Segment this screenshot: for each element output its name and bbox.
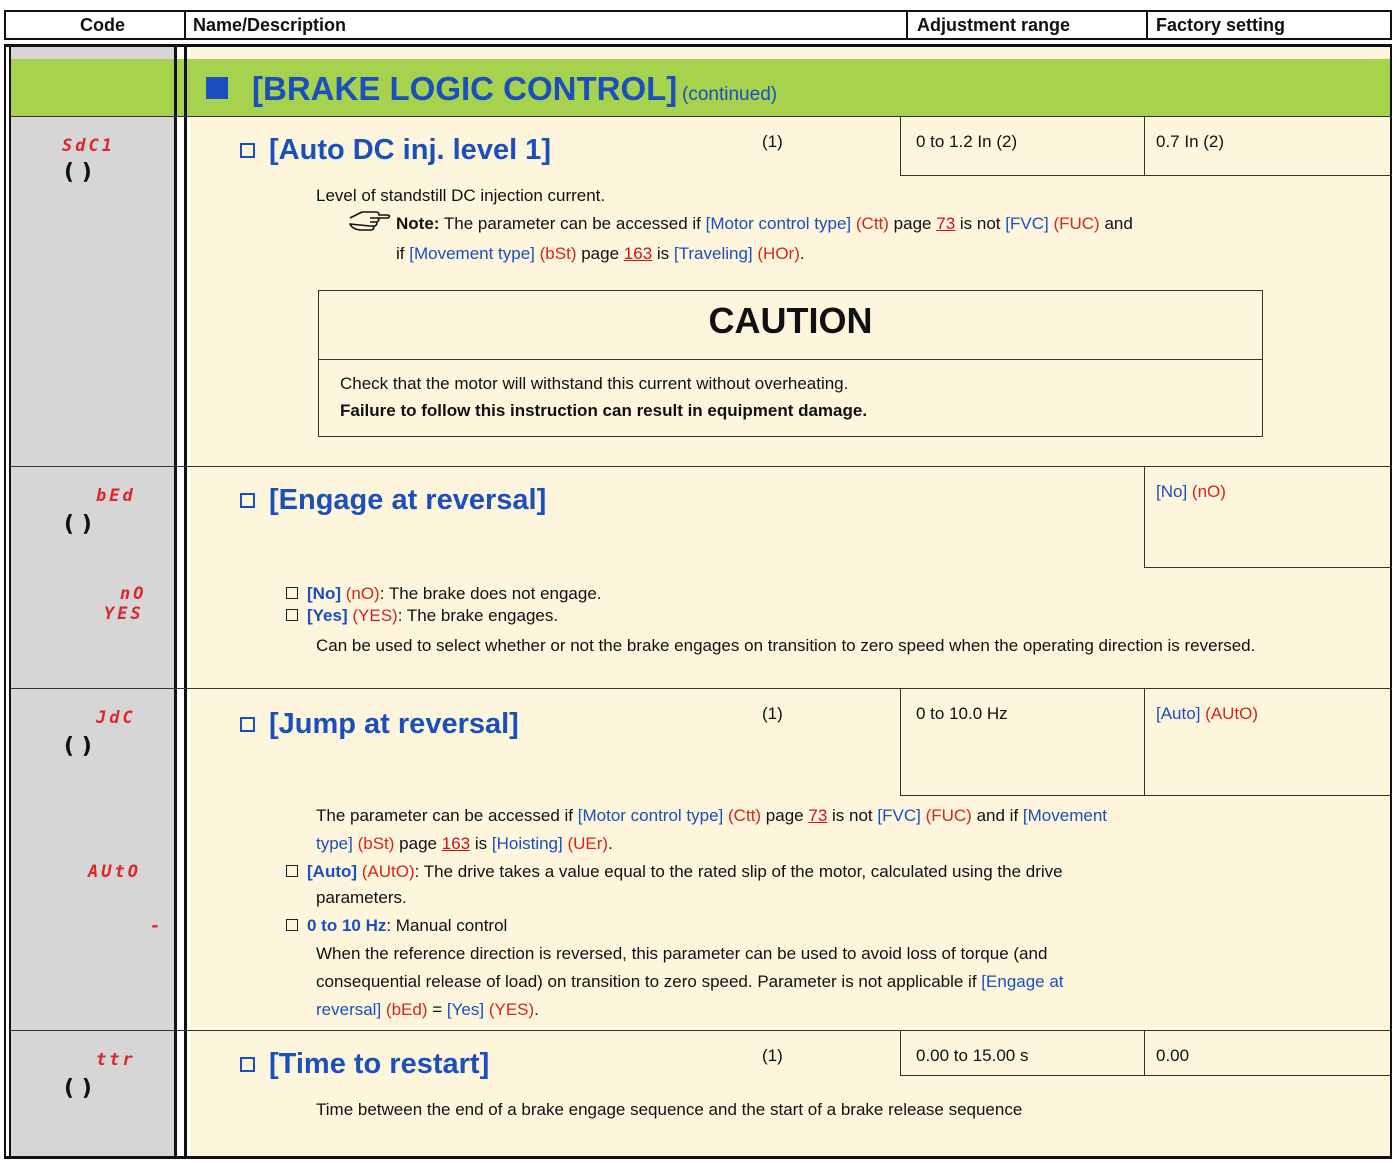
frame-mid-2 bbox=[184, 44, 187, 1159]
row-separator bbox=[10, 1030, 1392, 1031]
option-item: [No] (nO): The brake does not engage. bbox=[286, 582, 602, 605]
access-line-2: type] (bSt) page 163 is [Hoisting] (UEr)… bbox=[316, 834, 613, 853]
note-hand-icon bbox=[348, 208, 392, 237]
factory-value: 0.00 bbox=[1156, 1046, 1190, 1065]
rotation-icon: ( ) bbox=[64, 160, 92, 185]
caution-divider bbox=[318, 359, 1263, 360]
row-separator bbox=[10, 466, 1392, 467]
factory-cell bbox=[1144, 1030, 1145, 1076]
rotation-icon: ( ) bbox=[64, 734, 92, 759]
factory-cell bbox=[1144, 116, 1145, 176]
factory-value: 0.7 In (2) bbox=[1156, 132, 1225, 151]
option-continuation: parameters. bbox=[316, 888, 407, 907]
factory-cell bbox=[1144, 688, 1145, 796]
option-item: 0 to 10 Hz: Manual control bbox=[286, 914, 507, 937]
header-code: Code bbox=[80, 15, 125, 35]
param-description: Can be used to select whether or not the… bbox=[316, 636, 1256, 655]
param-title: [Auto DC inj. level 1] bbox=[240, 134, 551, 167]
range-cell-bottom bbox=[900, 795, 1392, 796]
page-link[interactable]: 163 bbox=[624, 244, 652, 263]
header-divider-2 bbox=[906, 10, 908, 40]
frame-right bbox=[1390, 44, 1392, 1159]
rotation-icon: ( ) bbox=[64, 1076, 92, 1101]
row-separator bbox=[10, 688, 1392, 689]
factory-cell-bottom bbox=[1144, 567, 1392, 568]
range-cell bbox=[900, 1030, 901, 1076]
option-box-icon bbox=[286, 919, 298, 931]
option-item: [Auto] (AUtO): The drive takes a value e… bbox=[286, 860, 1063, 883]
param-description: Level of standstill DC injection current… bbox=[316, 186, 606, 205]
frame-left-inner bbox=[9, 44, 11, 1159]
param-code: ttr bbox=[96, 1050, 136, 1070]
frame-left-outer bbox=[4, 44, 6, 1159]
param-title: [Time to restart] bbox=[240, 1048, 489, 1081]
header-name: Name/Description bbox=[193, 15, 347, 35]
option-box-icon bbox=[286, 609, 298, 621]
option-box-icon bbox=[286, 587, 298, 599]
option-code: AUtO bbox=[88, 862, 141, 882]
checkbox-icon bbox=[240, 1057, 255, 1072]
desc-line-1: When the reference direction is reversed… bbox=[316, 944, 1048, 963]
frame-top bbox=[4, 44, 1392, 47]
option-item: [Yes] (YES): The brake engages. bbox=[286, 604, 558, 627]
range-cell-bottom bbox=[900, 175, 1392, 176]
param-title: [Jump at reversal] bbox=[240, 708, 519, 741]
note-ref: (1) bbox=[762, 1046, 783, 1065]
option-code: nO bbox=[120, 584, 147, 604]
frame-mid-1 bbox=[174, 44, 177, 1159]
header-divider-3 bbox=[1146, 10, 1148, 40]
param-code: JdC bbox=[96, 708, 136, 728]
access-line-1: The parameter can be accessed if [Motor … bbox=[316, 806, 1107, 825]
checkbox-icon bbox=[240, 717, 255, 732]
option-box-icon bbox=[286, 865, 298, 877]
header-factory: Factory setting bbox=[1156, 15, 1286, 35]
note-ref: (1) bbox=[762, 704, 783, 723]
row-separator bbox=[10, 116, 1392, 117]
factory-cell bbox=[1144, 466, 1145, 568]
range-cell bbox=[900, 116, 901, 176]
caution-line-1: Check that the motor will withstand this… bbox=[340, 374, 849, 393]
note-ref: (1) bbox=[762, 132, 783, 151]
range-value: 0 to 1.2 In (2) bbox=[916, 132, 1018, 151]
page-link[interactable]: 73 bbox=[808, 806, 827, 825]
caution-line-2: Failure to follow this instruction can r… bbox=[340, 401, 868, 420]
factory-value: [Auto] (AUtO) bbox=[1156, 704, 1259, 723]
checkbox-icon bbox=[240, 493, 255, 508]
note-line-1: Note: The parameter can be accessed if [… bbox=[396, 214, 1133, 233]
range-cell bbox=[900, 688, 901, 796]
section-square-icon bbox=[206, 77, 228, 99]
page-link[interactable]: 73 bbox=[936, 214, 955, 233]
option-code: YES bbox=[104, 604, 144, 624]
desc-line-3: reversal] (bEd) = [Yes] (YES). bbox=[316, 1000, 539, 1019]
section-title-text: [BRAKE LOGIC CONTROL] bbox=[252, 70, 678, 107]
frame-bottom bbox=[4, 1156, 1392, 1159]
param-description: Time between the end of a brake engage s… bbox=[316, 1100, 1023, 1119]
param-title: [Engage at reversal] bbox=[240, 484, 546, 517]
caution-title: CAUTION bbox=[708, 300, 873, 341]
section-suffix: (continued) bbox=[682, 84, 778, 105]
header-divider-1 bbox=[184, 10, 186, 40]
checkbox-icon bbox=[240, 143, 255, 158]
code-column bbox=[10, 46, 174, 1158]
param-code: SdC1 bbox=[62, 136, 115, 156]
desc-line-2: consequential release of load) on transi… bbox=[316, 972, 1064, 991]
param-code: bEd bbox=[96, 486, 136, 506]
note-line-2: if [Movement type] (bSt) page 163 is [Tr… bbox=[396, 244, 805, 263]
option-code: - bbox=[150, 916, 161, 936]
rotation-icon: ( ) bbox=[64, 512, 92, 537]
range-cell-bottom bbox=[900, 1075, 1392, 1076]
range-value: 0 to 10.0 Hz bbox=[916, 704, 1008, 723]
header-range: Adjustment range bbox=[917, 15, 1071, 35]
page-link[interactable]: 163 bbox=[442, 834, 470, 853]
factory-value: [No] (nO) bbox=[1156, 482, 1226, 501]
section-title: [BRAKE LOGIC CONTROL] (continued) bbox=[252, 70, 777, 108]
range-value: 0.00 to 15.00 s bbox=[916, 1046, 1029, 1065]
